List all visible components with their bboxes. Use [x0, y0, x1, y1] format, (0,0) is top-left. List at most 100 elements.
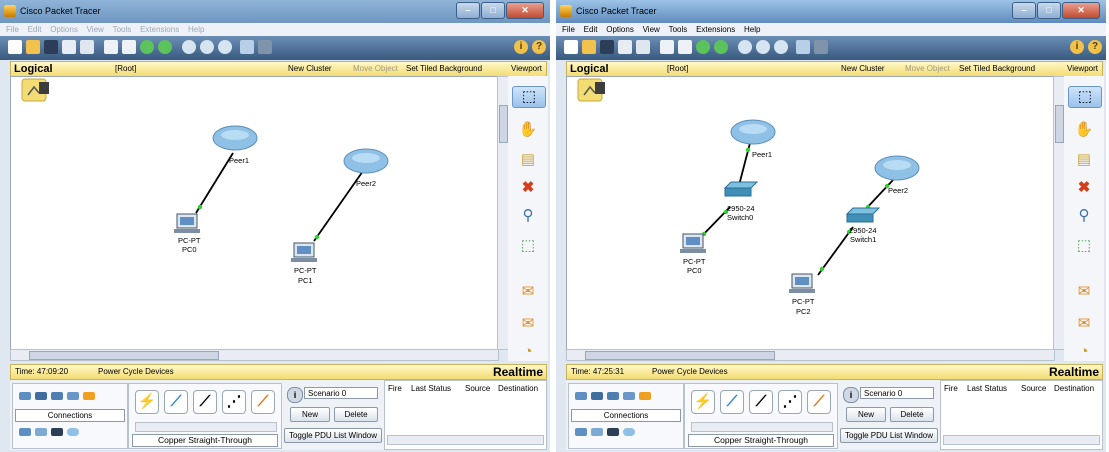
switches-category-icon[interactable] [35, 392, 47, 400]
realtime-mode-label[interactable]: Realtime [1049, 365, 1099, 379]
root-breadcrumb[interactable]: [Root] [667, 62, 688, 76]
menu-file[interactable]: File [562, 25, 575, 34]
menu-view[interactable]: View [87, 25, 104, 34]
undo-icon[interactable] [696, 40, 710, 54]
switch1-switch-icon[interactable] [845, 207, 881, 223]
logical-view-tab-icon[interactable] [21, 78, 49, 102]
select-tool-icon[interactable]: ⬚ [1068, 86, 1102, 108]
logical-workspace-canvas[interactable]: Peer1 Peer2 PC-PT PC0 PC-PT PC1 [10, 76, 499, 350]
console-cable-icon[interactable]: ⟋ [164, 390, 188, 414]
redo-icon[interactable] [714, 40, 728, 54]
routers-category-icon[interactable] [19, 392, 31, 400]
switches-category-icon[interactable] [591, 392, 603, 400]
end-devices-category-icon[interactable] [575, 428, 587, 436]
fiber-cable-icon[interactable]: ⟋ [807, 390, 831, 414]
title-bar[interactable]: Cisco Packet Tracer – □ ✕ [0, 0, 550, 23]
canvas-horizontal-scrollbar[interactable] [10, 349, 499, 361]
add-simple-pdu-icon[interactable]: ✉ [518, 282, 538, 302]
menu-tools[interactable]: Tools [669, 25, 688, 34]
cable-scrollbar[interactable] [691, 422, 833, 432]
place-note-icon[interactable]: ▤ [1074, 150, 1094, 170]
scenario-info-icon[interactable]: i [843, 387, 859, 403]
menu-help[interactable]: Help [188, 25, 204, 34]
pc2-computer-icon[interactable] [789, 273, 815, 293]
paste-icon[interactable] [678, 40, 692, 54]
realtime-clock-icon[interactable]: ◔ [1074, 342, 1094, 362]
palette-icon[interactable] [796, 40, 810, 54]
delete-icon[interactable]: ✖ [1074, 178, 1094, 198]
redo-icon[interactable] [158, 40, 172, 54]
straight-through-cable-icon[interactable]: ⟋ [749, 390, 773, 414]
power-cycle-devices-button[interactable]: Power Cycle Devices [652, 365, 728, 379]
security-category-icon[interactable] [35, 428, 47, 436]
delete-scenario-button[interactable]: Delete [890, 407, 934, 422]
open-folder-icon[interactable] [582, 40, 596, 54]
logical-view-label[interactable]: Logical [570, 62, 609, 76]
help-icon[interactable]: ? [532, 40, 546, 54]
activity-wizard-icon[interactable] [636, 40, 650, 54]
add-complex-pdu-icon[interactable]: ✉ [1074, 314, 1094, 334]
logical-view-label[interactable]: Logical [14, 62, 53, 76]
zoom-out-icon[interactable] [218, 40, 232, 54]
pdu-table-scrollbar[interactable] [943, 435, 1100, 445]
pc1-computer-icon[interactable] [291, 242, 317, 262]
logical-workspace-canvas[interactable]: Peer1 Peer2 2950-24 Switch0 2950-24 Swit… [566, 76, 1055, 350]
add-simple-pdu-icon[interactable]: ✉ [1074, 282, 1094, 302]
zoom-reset-icon[interactable] [756, 40, 770, 54]
wan-emulation-category-icon[interactable] [607, 428, 619, 436]
delete-icon[interactable]: ✖ [518, 178, 538, 198]
add-complex-pdu-icon[interactable]: ✉ [518, 314, 538, 334]
pc0-computer-icon[interactable] [174, 213, 200, 233]
root-breadcrumb[interactable]: [Root] [115, 62, 136, 76]
zoom-out-icon[interactable] [774, 40, 788, 54]
new-file-icon[interactable] [564, 40, 578, 54]
wan-emulation-category-icon[interactable] [51, 428, 63, 436]
toggle-pdu-list-button[interactable]: Toggle PDU List Window [840, 428, 938, 443]
menu-extensions[interactable]: Extensions [140, 25, 179, 34]
copy-icon[interactable] [660, 40, 674, 54]
menu-file[interactable]: File [6, 25, 19, 34]
scroll-thumb[interactable] [499, 105, 508, 143]
custom-devices-category-icon[interactable] [623, 428, 635, 436]
minimize-button[interactable]: – [1012, 2, 1036, 19]
activity-wizard-icon[interactable] [80, 40, 94, 54]
title-bar[interactable]: Cisco Packet Tracer – □ ✕ [556, 0, 1106, 23]
scenario-select[interactable]: Scenario 0 [860, 387, 934, 399]
new-scenario-button[interactable]: New [846, 407, 886, 422]
cable-scrollbar[interactable] [135, 422, 277, 432]
close-button[interactable]: ✕ [1062, 2, 1100, 19]
inspect-magnifier-icon[interactable]: ⚲ [518, 206, 538, 226]
menu-edit[interactable]: Edit [28, 25, 42, 34]
resize-shape-icon[interactable]: ⬚ [518, 236, 538, 256]
viewport-button[interactable]: Viewport [1067, 62, 1098, 76]
pdu-table-scrollbar[interactable] [387, 435, 544, 445]
realtime-clock-icon[interactable]: ◔ [518, 342, 538, 362]
straight-through-cable-icon[interactable]: ⟋ [193, 390, 217, 414]
paste-icon[interactable] [122, 40, 136, 54]
pc0-computer-icon[interactable] [680, 233, 706, 253]
zoom-reset-icon[interactable] [200, 40, 214, 54]
end-devices-category-icon[interactable] [19, 428, 31, 436]
custom-device-icon[interactable] [258, 40, 272, 54]
power-cycle-devices-button[interactable]: Power Cycle Devices [98, 365, 174, 379]
save-icon[interactable] [44, 40, 58, 54]
menu-options[interactable]: Options [50, 25, 78, 34]
new-cluster-button[interactable]: New Cluster [841, 62, 885, 76]
print-icon[interactable] [618, 40, 632, 54]
realtime-mode-label[interactable]: Realtime [493, 365, 543, 379]
palette-icon[interactable] [240, 40, 254, 54]
scroll-thumb[interactable] [1055, 105, 1064, 143]
console-cable-icon[interactable]: ⟋ [720, 390, 744, 414]
delete-scenario-button[interactable]: Delete [334, 407, 378, 422]
custom-devices-category-icon[interactable] [67, 428, 79, 436]
move-object-button[interactable]: Move Object [353, 62, 398, 76]
menu-view[interactable]: View [643, 25, 660, 34]
move-layout-hand-icon[interactable]: ✋ [518, 120, 538, 140]
maximize-button[interactable]: □ [481, 2, 505, 19]
minimize-button[interactable]: – [456, 2, 480, 19]
peer1-cloud-icon[interactable] [730, 119, 776, 145]
maximize-button[interactable]: □ [1037, 2, 1061, 19]
security-category-icon[interactable] [591, 428, 603, 436]
select-tool-icon[interactable]: ⬚ [512, 86, 546, 108]
scenario-select[interactable]: Scenario 0 [304, 387, 378, 399]
